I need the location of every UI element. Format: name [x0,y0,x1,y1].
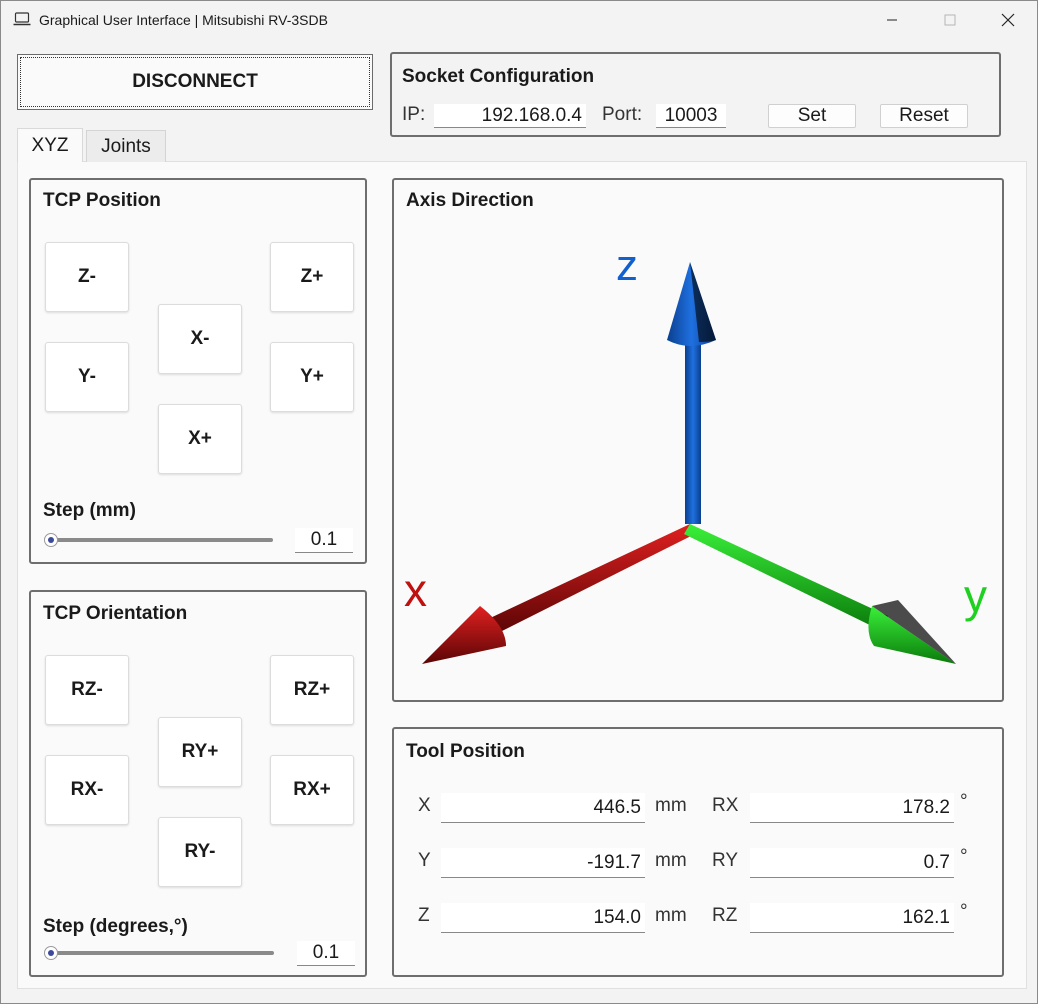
tool-ry-label: RY [712,850,739,871]
tool-rx-unit: ° [960,791,968,812]
tool-rz-value: 162.1 [750,903,954,933]
rx-plus-button[interactable]: RX+ [270,755,354,825]
axis-direction-group: Axis Direction z x y [392,178,1004,702]
x-axis-label: x [404,564,427,616]
tool-ry-unit: ° [960,846,968,867]
tool-position-title: Tool Position [406,741,525,762]
set-button[interactable]: Set [768,104,856,128]
position-step-value[interactable]: 0.1 [295,528,353,553]
rz-minus-button[interactable]: RZ- [45,655,129,725]
minimize-icon [887,19,897,21]
close-icon [1001,13,1015,27]
orientation-step-slider-thumb[interactable] [44,946,58,960]
socket-configuration-title: Socket Configuration [402,66,595,87]
position-step-label: Step (mm) [43,500,136,521]
x-minus-button[interactable]: X- [158,304,242,374]
maximize-icon [944,14,956,26]
tool-x-unit: mm [655,795,687,816]
x-axis-shaft [486,524,697,634]
tcp-position-title: TCP Position [43,190,161,211]
y-axis-arrowhead [868,606,956,664]
tool-z-label: Z [418,905,430,926]
ry-plus-button[interactable]: RY+ [158,717,242,787]
ry-minus-button[interactable]: RY- [158,817,242,887]
orientation-step-value[interactable]: 0.1 [297,941,355,966]
x-plus-button[interactable]: X+ [158,404,242,474]
orientation-step-slider-track[interactable] [45,951,274,955]
tcp-position-group: TCP Position Z- Z+ X- Y- Y+ X+ Step (mm)… [29,178,367,564]
y-axis-shaft [684,524,888,630]
tool-rx-value: 178.2 [750,793,954,823]
tab-joints[interactable]: Joints [86,130,166,162]
tool-rz-label: RZ [712,905,738,926]
rx-minus-button[interactable]: RX- [45,755,129,825]
port-input[interactable]: 10003 [656,104,726,128]
ip-input[interactable]: 192.168.0.4 [434,104,586,128]
port-label: Port: [602,104,643,125]
tool-y-label: Y [418,850,431,871]
disconnect-button[interactable]: DISCONNECT [17,54,373,110]
z-axis-label: z [616,241,638,290]
tool-x-label: X [418,795,431,816]
maximize-button[interactable] [921,1,979,39]
close-button[interactable] [979,1,1037,39]
app-window: Graphical User Interface | Mitsubishi RV… [0,0,1038,1004]
reset-button[interactable]: Reset [880,104,968,128]
tool-rx-label: RX [712,795,739,816]
orientation-step-label: Step (degrees,°) [43,916,188,937]
tool-y-unit: mm [655,850,687,871]
minimize-button[interactable] [863,1,921,39]
tab-xyz[interactable]: XYZ [17,128,83,162]
tool-rz-unit: ° [960,901,968,922]
rz-plus-button[interactable]: RZ+ [270,655,354,725]
tool-z-value: 154.0 [441,903,645,933]
y-axis-label: y [964,570,987,622]
tool-position-group: Tool Position X 446.5 mm RX 178.2 ° Y -191.7 mm R… [392,727,1004,977]
z-plus-button[interactable]: Z+ [270,242,354,312]
y-minus-button[interactable]: Y- [45,342,129,412]
ip-label: IP: [402,104,426,125]
axis-triad-graphic: z x y [404,241,987,664]
tool-y-value: -191.7 [441,848,645,878]
socket-configuration-group: Socket Configuration IP: 192.168.0.4 Por… [390,52,1001,137]
title-bar: Graphical User Interface | Mitsubishi RV… [1,1,1037,39]
x-axis-arrowhead [422,606,506,664]
z-minus-button[interactable]: Z- [45,242,129,312]
position-step-slider-track[interactable] [45,538,273,542]
y-plus-button[interactable]: Y+ [270,342,354,412]
laptop-icon [13,12,31,26]
z-axis-shaft [685,338,701,524]
tool-z-unit: mm [655,905,687,926]
window-title: Graphical User Interface | Mitsubishi RV… [39,12,328,28]
position-step-slider-thumb[interactable] [44,533,58,547]
tcp-orientation-title: TCP Orientation [43,603,188,624]
tcp-orientation-group: TCP Orientation RZ- RZ+ RY+ RX- RX+ RY- … [29,590,367,977]
tool-ry-value: 0.7 [750,848,954,878]
tool-x-value: 446.5 [441,793,645,823]
